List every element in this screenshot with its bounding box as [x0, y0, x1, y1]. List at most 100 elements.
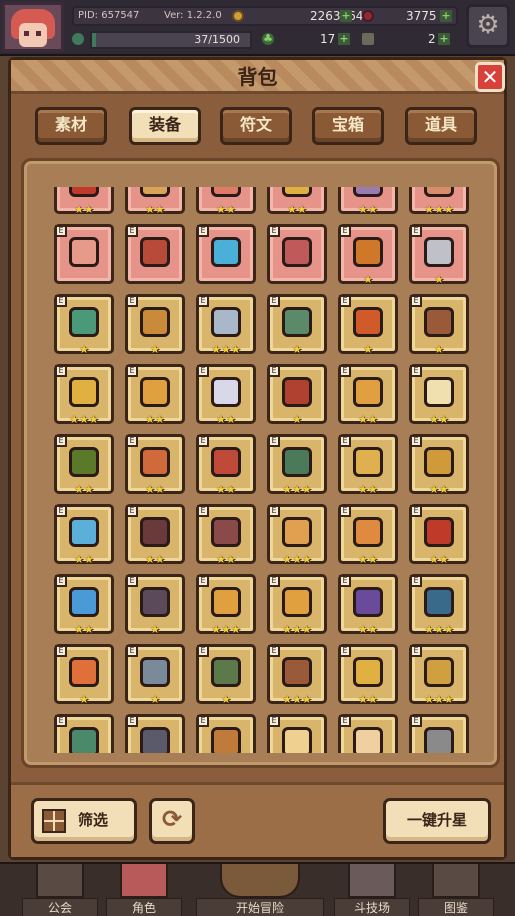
- star-rating: ★★★: [424, 203, 454, 216]
- inventory-slot[interactable]: E: [409, 714, 469, 753]
- star-rating: ★★: [429, 553, 449, 566]
- equipment-item-icon: [211, 447, 241, 477]
- inventory-slot[interactable]: E ★: [54, 644, 114, 705]
- inventory-slot[interactable]: E★★: [196, 504, 256, 565]
- inventory-slot[interactable]: E★★★: [267, 644, 327, 705]
- equipment-tag-badge: E: [268, 715, 280, 727]
- inventory-slot[interactable]: E★★: [54, 504, 114, 565]
- inventory-slot[interactable]: E★★★: [409, 187, 469, 216]
- inventory-slot[interactable]: E ★: [125, 644, 185, 705]
- inventory-slot[interactable]: E ★: [125, 294, 185, 356]
- inventory-slot[interactable]: E: [54, 224, 114, 284]
- nav-guild[interactable]: 公会: [22, 864, 98, 916]
- nav-start-adventure[interactable]: 开始冒险: [196, 864, 324, 916]
- inventory-slot[interactable]: E★★: [338, 434, 398, 495]
- equipment-item-icon: [69, 657, 99, 687]
- inventory-slot[interactable]: E ★★★: [409, 574, 469, 636]
- inventory-slot[interactable]: E★★★: [267, 504, 327, 566]
- inventory-slot[interactable]: E ★: [338, 224, 398, 285]
- add-gold-button[interactable]: +: [340, 10, 352, 22]
- inventory-slot[interactable]: E★★★: [54, 364, 114, 425]
- inventory-slot[interactable]: E ★: [409, 224, 469, 285]
- inventory-slot[interactable]: E★★: [54, 574, 114, 635]
- inventory-slot[interactable]: E★★: [267, 187, 327, 215]
- inventory-slot[interactable]: E★★: [338, 574, 398, 635]
- inventory-slot[interactable]: E★★: [338, 644, 398, 705]
- tab-equipment[interactable]: 装备: [129, 107, 201, 145]
- equipment-item-icon: [424, 377, 454, 407]
- star-rating: ★★★: [282, 553, 312, 566]
- add-key-button[interactable]: +: [438, 33, 450, 45]
- inventory-slot[interactable]: E ★: [267, 294, 327, 355]
- star-rating: ★★: [358, 413, 378, 426]
- equipment-tag-badge: E: [410, 575, 422, 587]
- inventory-slot[interactable]: E★★: [125, 504, 185, 565]
- player-avatar[interactable]: [2, 2, 64, 52]
- inventory-slot[interactable]: E: [267, 714, 327, 753]
- inventory-slot[interactable]: E ★: [54, 294, 114, 355]
- inventory-slot[interactable]: E: [54, 714, 114, 753]
- inventory-slot[interactable]: E ★: [196, 644, 256, 705]
- gem-count: 3775: [406, 9, 437, 23]
- filter-button[interactable]: 筛选: [31, 798, 137, 844]
- inventory-slot[interactable]: E★★: [54, 434, 114, 495]
- inventory-area: E★★E★★E★★E★★E★★E★★★EEEEE★E★E★E★E★★★E★E★E…: [21, 158, 500, 768]
- star-rating: ★★★: [424, 623, 454, 636]
- inventory-slot[interactable]: E: [196, 224, 256, 284]
- tab-chests[interactable]: 宝箱: [312, 107, 384, 145]
- inventory-slot[interactable]: E★★: [338, 364, 398, 426]
- inventory-slot[interactable]: E: [196, 714, 256, 753]
- refresh-button[interactable]: ⟳: [149, 798, 195, 844]
- red-gem-icon: [362, 10, 374, 22]
- inventory-slot[interactable]: E ★: [338, 294, 398, 355]
- equipment-tag-badge: E: [268, 365, 280, 377]
- panel-header: 背包 ✕: [11, 60, 505, 94]
- equipment-item-icon: [140, 187, 170, 197]
- inventory-slot[interactable]: E★★: [125, 364, 185, 425]
- star-rating: ★★: [216, 203, 236, 216]
- inventory-slot[interactable]: E ★: [125, 574, 185, 635]
- inventory-slot[interactable]: E★★: [338, 187, 398, 215]
- inventory-slot[interactable]: E★★★: [196, 574, 256, 635]
- inventory-slot[interactable]: E★★: [196, 364, 256, 425]
- star-rating: ★★: [429, 483, 449, 496]
- tab-runes[interactable]: 符文: [220, 107, 292, 145]
- equipment-tag-badge: E: [197, 365, 209, 377]
- star-rating: ★: [150, 343, 160, 356]
- guild-icon: [36, 864, 84, 898]
- close-button[interactable]: ✕: [475, 62, 505, 92]
- inventory-slot[interactable]: E★★: [125, 434, 185, 496]
- inventory-slot[interactable]: E★★: [54, 187, 114, 215]
- inventory-slot[interactable]: E★★: [409, 364, 469, 425]
- inventory-slot[interactable]: E★★★: [196, 294, 256, 355]
- inventory-slot[interactable]: E: [267, 224, 327, 284]
- inventory-slot[interactable]: E: [338, 714, 398, 753]
- star-rating: ★★: [145, 483, 165, 496]
- inventory-slot[interactable]: E: [125, 714, 185, 753]
- inventory-slot[interactable]: E★★: [196, 187, 256, 216]
- settings-gear-icon[interactable]: ⚙: [466, 4, 510, 48]
- grid-icon: [42, 809, 66, 833]
- equipment-item-icon: [353, 377, 383, 407]
- inventory-slot[interactable]: E★★: [125, 187, 185, 215]
- inventory-slot[interactable]: E: [125, 224, 185, 284]
- inventory-slot[interactable]: E ★: [267, 364, 327, 425]
- inventory-slot[interactable]: E★★: [338, 504, 398, 565]
- inventory-slot[interactable]: E★★: [409, 434, 469, 496]
- inventory-slot[interactable]: E★★★: [409, 644, 469, 705]
- inventory-slot[interactable]: E ★: [409, 294, 469, 355]
- star-up-all-button[interactable]: 一键升星: [383, 798, 491, 844]
- inventory-slot[interactable]: E★★: [409, 504, 469, 566]
- add-clover-button[interactable]: +: [338, 33, 350, 45]
- inventory-slot[interactable]: E★★★: [267, 574, 327, 635]
- tab-items[interactable]: 道具: [405, 107, 477, 145]
- nav-character[interactable]: 角色: [106, 864, 182, 916]
- add-gem-button[interactable]: +: [440, 10, 452, 22]
- equipment-tag-badge: E: [268, 295, 280, 307]
- nav-codex[interactable]: 图鉴: [418, 864, 494, 916]
- inventory-scroll-view[interactable]: E★★E★★E★★E★★E★★E★★★EEEEE★E★E★E★E★★★E★E★E…: [54, 187, 474, 753]
- tab-materials[interactable]: 素材: [35, 107, 107, 145]
- inventory-slot[interactable]: E★★★: [267, 434, 327, 495]
- nav-arena[interactable]: 斗技场: [334, 864, 410, 916]
- inventory-slot[interactable]: E★★: [196, 434, 256, 495]
